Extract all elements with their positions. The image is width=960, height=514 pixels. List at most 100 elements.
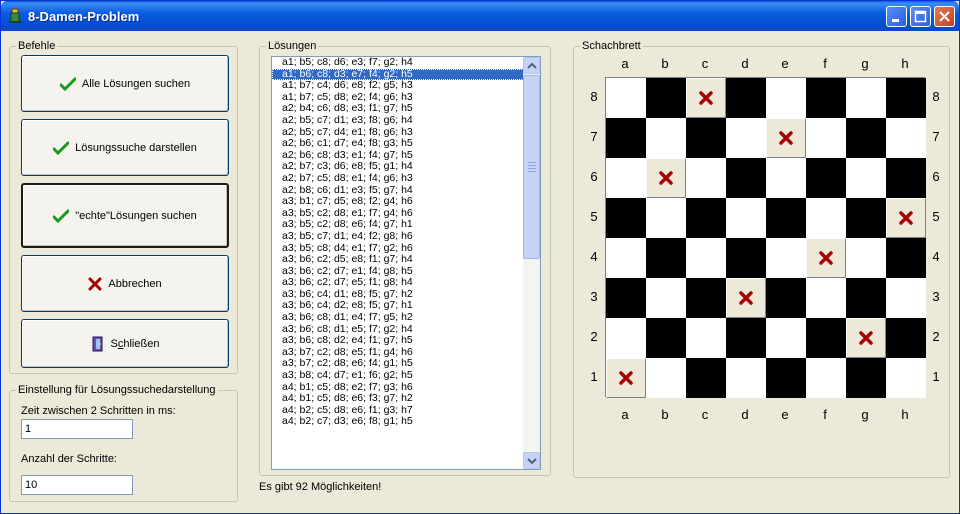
square-b5 (646, 198, 686, 238)
rank-label-left: 7 (590, 129, 598, 144)
square-g8 (846, 78, 886, 118)
square-f6 (806, 158, 846, 198)
square-h3 (886, 278, 926, 318)
red-x-icon (779, 131, 793, 145)
square-f7 (806, 118, 846, 158)
scroll-thumb[interactable] (523, 75, 540, 259)
file-label-bottom: b (661, 407, 669, 422)
app-icon (9, 8, 21, 23)
file-label-bottom: e (781, 407, 789, 422)
steps-label: Anzahl der Schritte: (21, 453, 117, 465)
list-item[interactable]: a1; b5; c8; d6; e3; f7; g2; h4 (272, 57, 524, 69)
minimize-icon (892, 19, 899, 22)
square-d4 (726, 238, 766, 278)
find-all-solutions-button[interactable]: Alle Lösungen suchen (21, 55, 229, 112)
square-c8 (686, 78, 726, 118)
square-a7 (606, 118, 646, 158)
square-g2 (846, 318, 886, 358)
square-a4 (606, 238, 646, 278)
square-e7 (766, 118, 806, 158)
square-h2 (886, 318, 926, 358)
close-window-button[interactable] (934, 6, 955, 27)
rank-label-left: 4 (590, 249, 598, 264)
square-b6 (646, 158, 686, 198)
square-h7 (886, 118, 926, 158)
rank-label-left: 1 (590, 369, 598, 384)
rank-label-right: 3 (932, 289, 940, 304)
maximize-button[interactable] (910, 6, 931, 27)
square-f4 (806, 238, 846, 278)
square-a5 (606, 198, 646, 238)
square-e6 (766, 158, 806, 198)
square-d8 (726, 78, 766, 118)
square-f3 (806, 278, 846, 318)
square-b4 (646, 238, 686, 278)
find-real-solutions-label: "echte"Lösungen suchen (75, 209, 197, 222)
app-window: 8-Damen-Problem Befehle Alle Lösungen su… (0, 0, 960, 514)
cancel-button[interactable]: Abbrechen (21, 255, 229, 312)
square-c7 (686, 118, 726, 158)
find-real-solutions-button[interactable]: "echte"Lösungen suchen (21, 183, 229, 248)
rank-label-right: 4 (932, 249, 940, 264)
square-b7 (646, 118, 686, 158)
red-x-icon (659, 171, 673, 185)
square-c2 (686, 318, 726, 358)
file-label-bottom: a (621, 407, 629, 422)
list-item[interactable]: a4; b2; c7; d3; e6; f8; g1; h5 (272, 416, 524, 428)
find-all-solutions-label: Alle Lösungen suchen (81, 77, 191, 90)
checkmark-icon (59, 77, 76, 91)
solutions-count-status: Es gibt 92 Möglichkeiten! (259, 481, 382, 493)
close-app-label: Schließen (110, 337, 160, 350)
title-bar[interactable]: 8-Damen-Problem (1, 1, 959, 31)
red-x-icon (819, 251, 833, 265)
rank-label-right: 8 (932, 89, 940, 104)
rank-label-left: 8 (590, 89, 598, 104)
red-x-icon (619, 371, 633, 385)
solutions-listbox[interactable]: a1; b5; c8; d6; e3; f7; g2; h4 a1; b6; c8… (271, 56, 541, 470)
show-search-button[interactable]: Lösungssuche darstellen (21, 119, 229, 176)
delay-input[interactable]: 1 (21, 419, 133, 439)
rank-label-left: 2 (590, 329, 598, 344)
square-h4 (886, 238, 926, 278)
list-item[interactable]: a3; b1; c7; d5; e8; f2; g4; h6 (272, 196, 524, 208)
door-exit-icon (91, 336, 105, 352)
close-icon (939, 11, 950, 22)
cancel-label: Abbrechen (108, 277, 162, 290)
scroll-up-button[interactable] (523, 57, 540, 74)
rank-label-left: 5 (590, 209, 598, 224)
rank-label-left: 3 (590, 289, 598, 304)
square-e1 (766, 358, 806, 398)
square-c3 (686, 278, 726, 318)
square-b2 (646, 318, 686, 358)
file-label-bottom: h (901, 407, 909, 422)
chessboard (605, 77, 926, 398)
square-c5 (686, 198, 726, 238)
list-item[interactable]: a3; b6; c8; d1; e4; f7; g5; h2 (272, 311, 524, 324)
steps-input[interactable]: 10 (21, 475, 133, 495)
square-d1 (726, 358, 766, 398)
square-d2 (726, 318, 766, 358)
list-item[interactable]: a2; b5; c7; d1; e3; f8; g6; h4 (272, 114, 524, 127)
list-item[interactable]: a3; b6; c2; d5; e8; f1; g7; h4 (272, 253, 524, 266)
square-f2 (806, 318, 846, 358)
square-g1 (846, 358, 886, 398)
checkmark-icon (53, 209, 70, 223)
minimize-button[interactable] (886, 6, 907, 27)
list-item[interactable]: a3; b8; c4; d7; e1; f6; g2; h5 (272, 369, 524, 382)
square-a6 (606, 158, 646, 198)
square-g5 (846, 198, 886, 238)
list-item[interactable]: a2; b7; c5; d8; e1; f4; g6; h3 (272, 172, 524, 185)
vertical-scrollbar[interactable] (523, 57, 540, 469)
list-item[interactable]: a2; b6; c1; d7; e4; f8; g3; h5 (272, 138, 524, 150)
rank-label-right: 2 (932, 329, 940, 344)
square-h1 (886, 358, 926, 398)
close-app-button[interactable]: Schließen (21, 319, 229, 368)
rank-label-right: 6 (932, 169, 940, 184)
square-f8 (806, 78, 846, 118)
rank-label-left: 6 (590, 169, 598, 184)
scroll-down-button[interactable] (523, 452, 540, 469)
square-a3 (606, 278, 646, 318)
red-x-icon (859, 331, 873, 345)
show-search-label: Lösungssuche darstellen (75, 141, 197, 154)
list-item[interactable]: a3; b5; c7; d1; e4; f2; g8; h6 (272, 230, 524, 243)
